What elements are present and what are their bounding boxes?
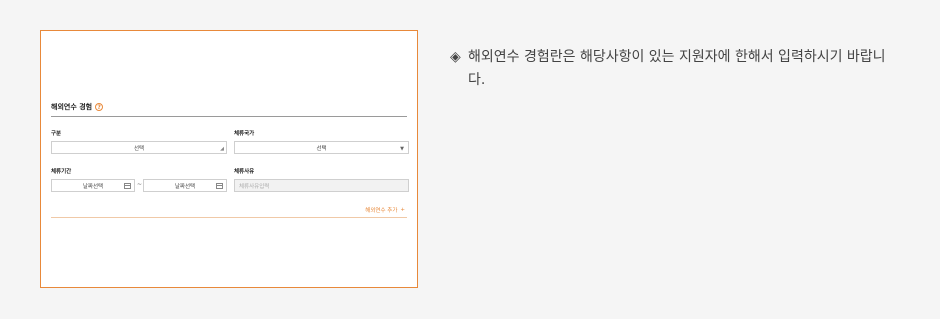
add-button-label: 해외연수 추가 [365, 208, 398, 214]
reason-placeholder: 체류사유입력 [239, 183, 270, 190]
division-textarea[interactable]: 선택 ◢ [51, 141, 227, 154]
period-separator: ~ [137, 181, 143, 188]
plus-icon: + [400, 207, 405, 213]
resize-handle-icon[interactable]: ◢ [220, 146, 224, 152]
chevron-down-icon: ▼ [400, 146, 404, 152]
guidance-note: ◈ 해외연수 경험란은 해당사항이 있는 지원자에 한해서 입력하시기 바랍니다… [450, 46, 890, 92]
reason-label: 체류사유 [234, 169, 255, 175]
period-end-input[interactable]: 날짜선택 [143, 179, 227, 192]
country-label: 체류국가 [234, 131, 255, 137]
reason-input[interactable]: 체류사유입력 [234, 179, 409, 192]
help-icon[interactable]: ? [95, 103, 104, 111]
period-label: 체류기간 [51, 169, 72, 175]
section-title-text: 해외연수 경험 [51, 103, 93, 111]
overseas-training-form: 해외연수 경험 ? 구분 선택 ◢ 체류국가 선택 ▼ 체류기간 날짜선택 ~ … [40, 30, 418, 288]
section-divider [51, 116, 407, 117]
calendar-icon[interactable] [216, 183, 223, 189]
period-end-value: 날짜선택 [174, 183, 196, 190]
period-start-input[interactable]: 날짜선택 [51, 179, 135, 192]
guidance-text: 해외연수 경험란은 해당사항이 있는 지원자에 한해서 입력하시기 바랍니다. [468, 49, 886, 88]
division-value: 선택 [133, 145, 145, 152]
period-start-value: 날짜선택 [82, 183, 104, 190]
add-overseas-training-button[interactable]: 해외연수 추가 + [365, 206, 405, 214]
section-title: 해외연수 경험 ? [51, 102, 104, 112]
division-label: 구분 [51, 131, 62, 137]
diamond-bullet-icon: ◈ [450, 49, 461, 65]
country-value: 선택 [316, 145, 327, 152]
add-divider [51, 217, 407, 218]
calendar-icon[interactable] [124, 183, 131, 189]
country-select[interactable]: 선택 ▼ [234, 141, 409, 154]
